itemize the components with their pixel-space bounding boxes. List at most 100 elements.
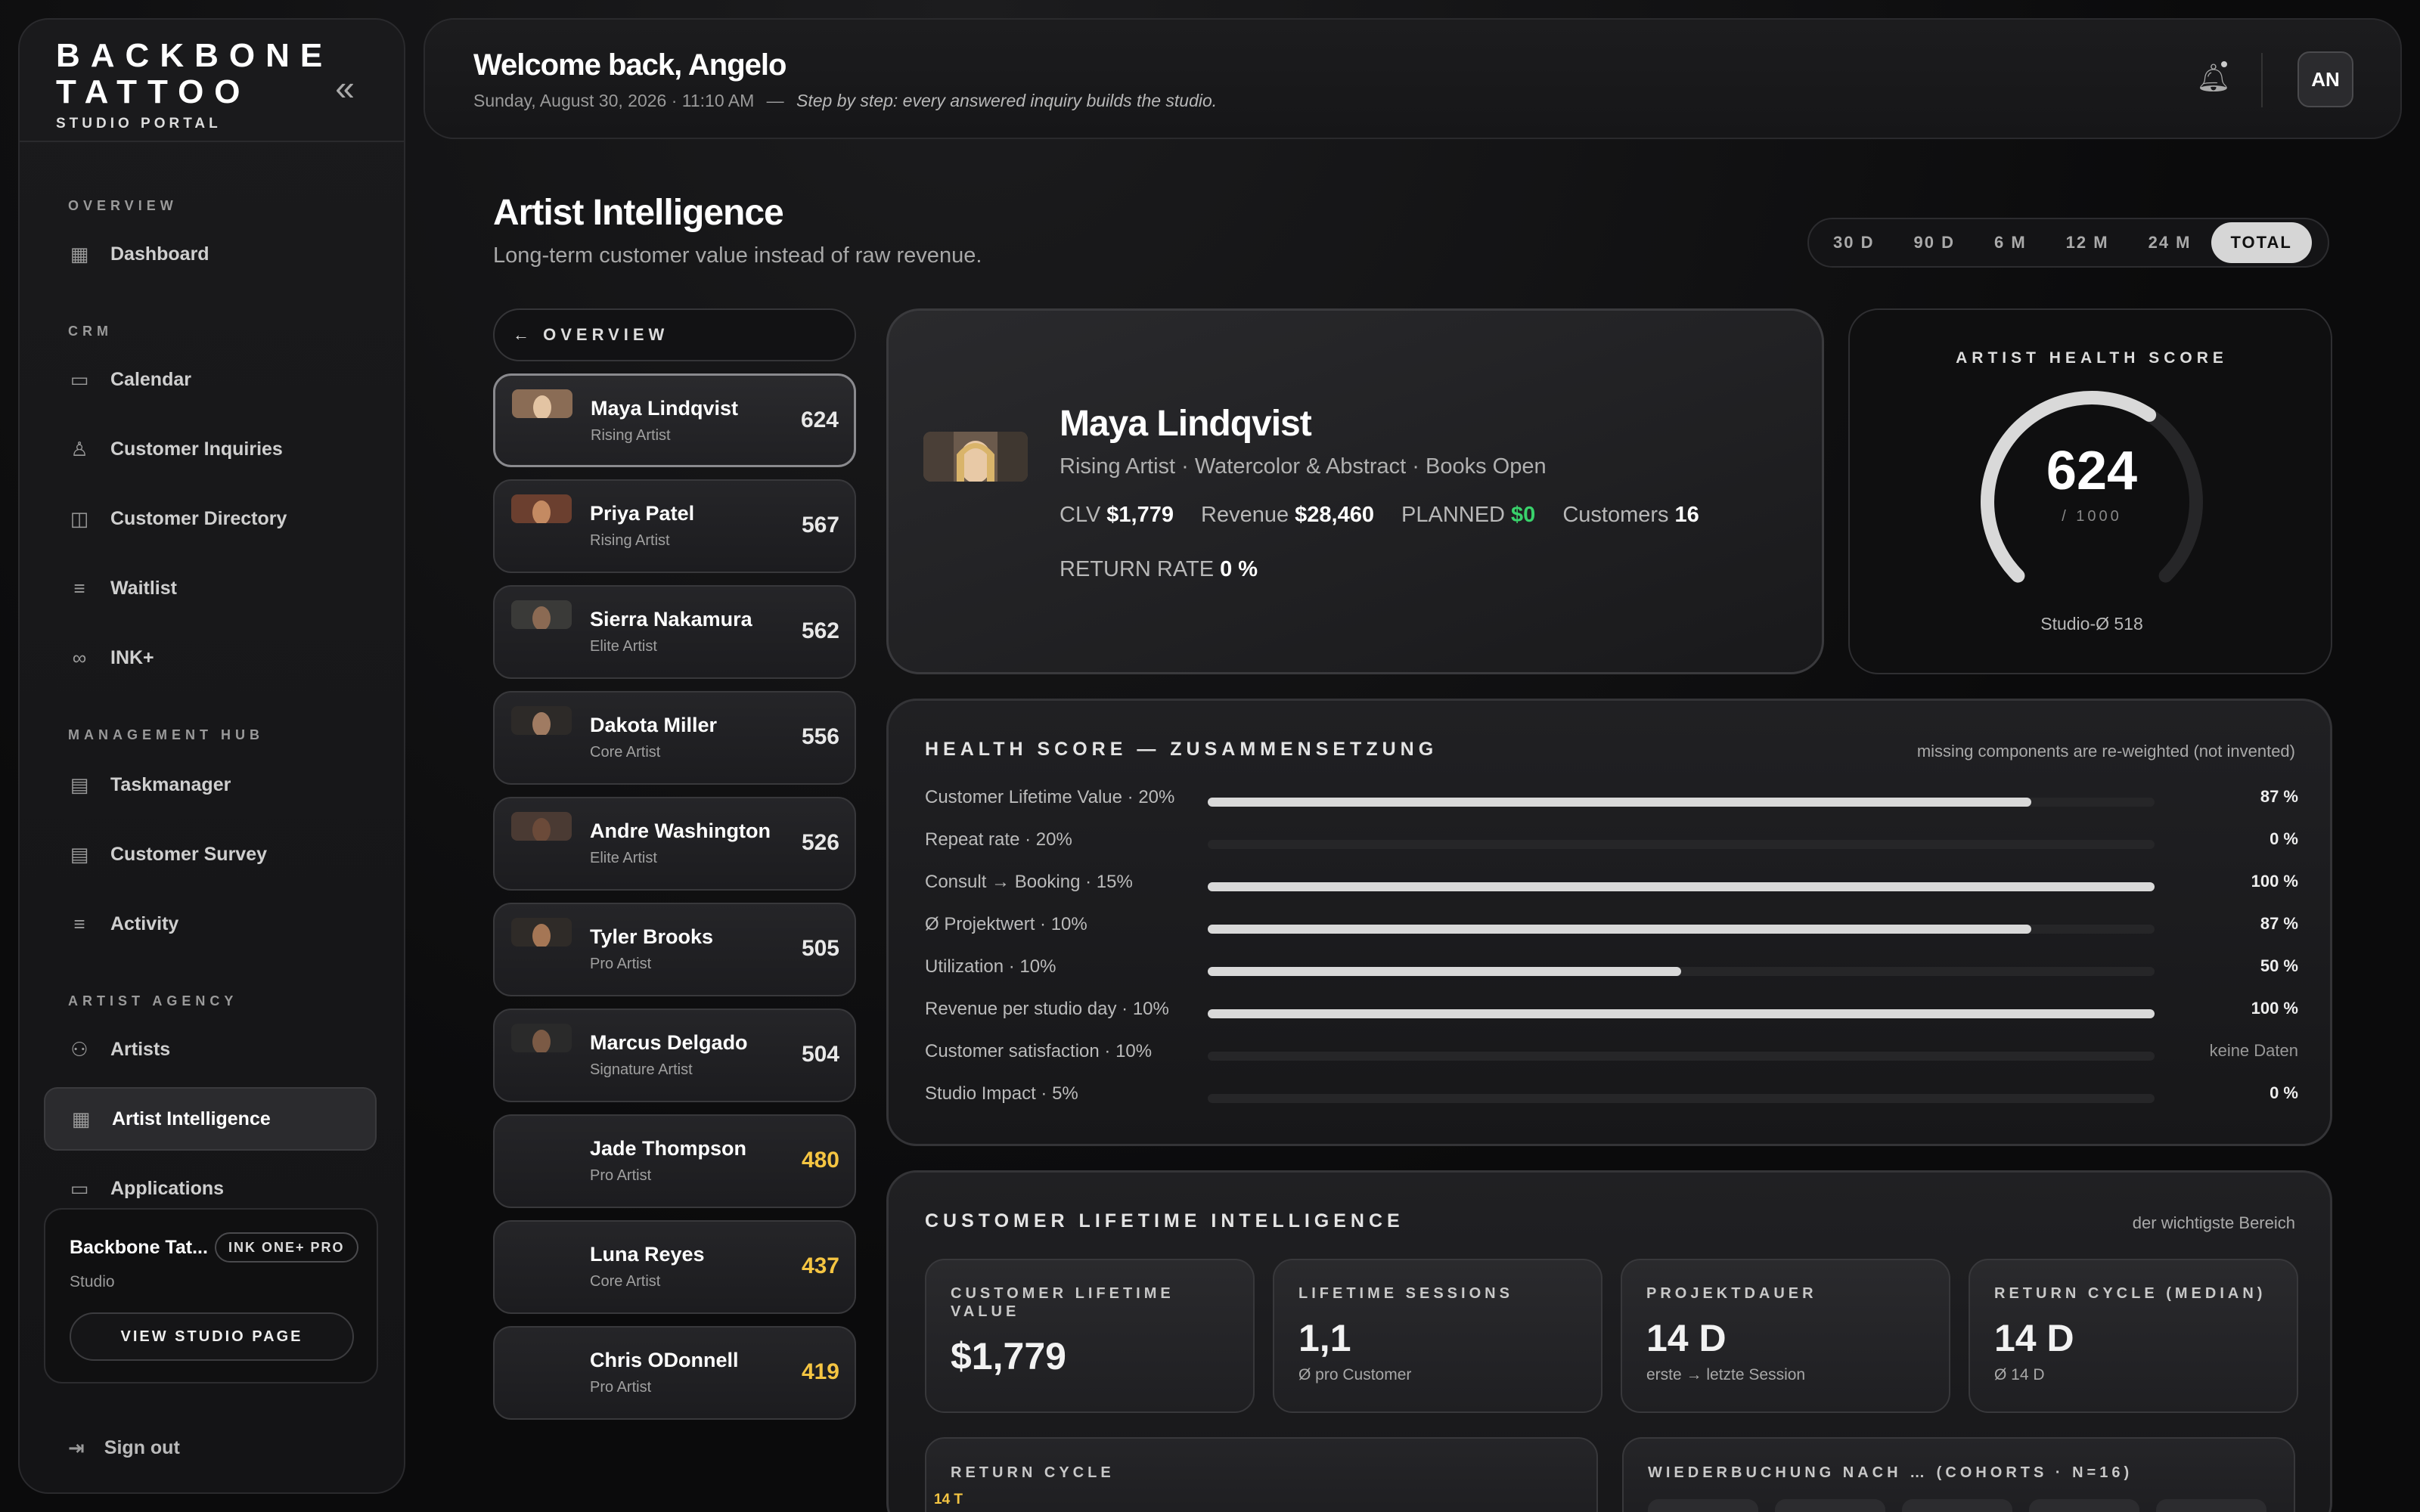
component-value: keine Daten [2209,1041,2298,1060]
kpi-value: $1,779 [951,1335,1066,1377]
sidebar-item-customer-survey[interactable]: ▤ Customer Survey [44,823,377,886]
revenue-value: $28,460 [1295,503,1374,527]
planned-value: $0 [1511,503,1536,527]
kpi-value: 14 D [1994,1317,2074,1359]
calendar-icon: ▭ [70,368,89,391]
sidebar-item-label: Activity [110,912,179,934]
artist-role: Rising Artist · Watercolor & Abstract · … [1060,454,1547,479]
artist-tier: Core Artist [590,1273,661,1290]
sidebar-item-calendar[interactable]: ▭ Calendar [44,348,377,411]
range-90d[interactable]: 90 D [1894,222,1974,263]
artist-card[interactable]: Dakota Miller Core Artist 556 [493,691,856,785]
back-to-overview-button[interactable]: ← OVERVIEW [493,308,856,361]
artist-thumbnail [511,812,572,841]
sidebar-item-artist-intelligence[interactable]: ▦ Artist Intelligence [44,1087,377,1151]
kpi-card-return-cycle: RETURN CYCLE (MEDIAN) 14 D Ø 14 D [1969,1259,2298,1413]
sidebar-item-activity[interactable]: ≡ Activity [44,892,377,956]
sidebar-item-customer-directory[interactable]: ◫ Customer Directory [44,487,377,550]
sidebar-item-customer-inquiries[interactable]: ♙ Customer Inquiries [44,417,377,481]
view-studio-page-button[interactable]: VIEW STUDIO PAGE [70,1312,354,1361]
range-total[interactable]: TOTAL [2211,222,2312,263]
sidebar-item-taskmanager[interactable]: ▤ Taskmanager [44,753,377,816]
component-bar-fill [1208,798,2032,807]
clv-stat: CLV $1,779 [1060,503,1174,527]
sidebar-item-artists[interactable]: ⚇ Artists [44,1018,377,1081]
current-date: Sunday, August 30, 2026 · 11:10 AM [473,91,755,110]
list-icon: ≡ [73,577,85,600]
composition-row: Studio Impact · 5% 0 % [925,1080,2298,1111]
range-30d[interactable]: 30 D [1813,222,1894,263]
artist-card[interactable]: Andre Washington Elite Artist 526 [493,797,856,891]
kpi-card-lifetime-sessions: LIFETIME SESSIONS 1,1 Ø pro Customer [1273,1259,1602,1413]
component-bar-fill [1208,925,2032,934]
component-bar-fill [1208,1009,2155,1018]
sign-out-button[interactable]: ⇥ Sign out [68,1436,180,1460]
top-bar: Welcome back, Angelo Sunday, August 30, … [424,18,2402,139]
component-value: 87 % [2260,787,2298,806]
artist-tier: Rising Artist [591,427,671,444]
artist-name: Sierra Nakamura [590,608,752,631]
artist-score: 567 [801,513,839,538]
planned-stat: PLANNED $0 [1401,503,1535,527]
artist-card[interactable]: Jade Thompson Pro Artist 480 [493,1114,856,1208]
sidebar-item-waitlist[interactable]: ≡ Waitlist [44,556,377,620]
brand-logo[interactable]: BACKBONE TATTOO STUDIO PORTAL [56,37,334,132]
date-separator: — [766,91,784,110]
link-icon: ∞ [72,646,87,669]
brand-line-1: BACKBONE [56,37,334,74]
component-bar-track [1208,840,2155,849]
sidebar: BACKBONE TATTOO STUDIO PORTAL « OVERVIEW… [18,18,405,1494]
sidebar-item-label: Waitlist [110,577,177,599]
composition-row: Revenue per studio day · 10% 100 % [925,996,2298,1026]
book-icon: ◫ [70,507,89,530]
user-avatar[interactable]: AN [2297,51,2353,107]
brand-line-2: TATTOO [56,73,251,110]
studio-name: Backbone Tat... [70,1237,208,1258]
artist-thumbnail [512,389,572,418]
revenue-label: Revenue [1201,503,1289,527]
return-cycle-value: 14 T [934,1492,963,1507]
artist-card[interactable]: Marcus Delgado Signature Artist 504 [493,1009,856,1102]
section-title-overview: OVERVIEW [68,198,178,213]
artist-thumbnail [511,1024,572,1052]
artist-photo [923,432,1028,482]
cohort-pill [2029,1499,2139,1512]
artist-card[interactable]: Maya Lindqvist Rising Artist 624 [493,373,856,467]
notification-dot [2219,59,2229,70]
component-label: Ø Projektwert · 10% [925,914,1087,934]
clipboard-icon: ▤ [70,843,89,866]
range-6m[interactable]: 6 M [1975,222,2046,263]
artist-score: 556 [801,724,839,749]
artist-card[interactable]: Chris ODonnell Pro Artist 419 [493,1326,856,1420]
motto: Step by step: every answered inquiry bui… [796,91,1218,110]
grid-icon: ▦ [71,1108,91,1130]
artist-score: 419 [801,1359,839,1384]
range-12m[interactable]: 12 M [2046,222,2129,263]
artist-tier: Elite Artist [590,638,657,655]
users-icon: ⚇ [70,1038,88,1061]
artist-card[interactable]: Sierra Nakamura Elite Artist 562 [493,585,856,679]
health-score-max: / 1000 [2062,508,2122,525]
composition-row: Ø Projektwert · 10% 87 % [925,911,2298,941]
welcome-heading: Welcome back, Angelo [473,48,786,82]
planned-label: PLANNED [1401,503,1506,527]
artist-tier: Elite Artist [590,850,657,866]
artist-card[interactable]: Luna Reyes Core Artist 437 [493,1220,856,1314]
sidebar-item-ink-plus[interactable]: ∞ INK+ [44,626,377,689]
sidebar-item-label: Customer Inquiries [110,438,283,460]
rebooking-label: WIEDERBUCHUNG NACH … (COHORTS · N=16) [1648,1464,2133,1481]
composition-row: Consult → Booking · 15% 100 % [925,869,2298,899]
artist-profile-card: Maya Lindqvist Rising Artist · Watercolo… [886,308,1824,674]
collapse-sidebar-icon[interactable]: « [322,65,368,110]
list-icon: ≡ [73,912,85,935]
artist-name: Marcus Delgado [590,1031,748,1054]
sidebar-item-label: Taskmanager [110,773,231,795]
sidebar-item-label: Applications [110,1177,225,1199]
artist-score: 504 [801,1042,839,1067]
sidebar-item-dashboard[interactable]: ▦ Dashboard [44,222,377,286]
component-label: Studio Impact · 5% [925,1083,1078,1104]
component-value: 100 % [2251,872,2298,891]
artist-card[interactable]: Tyler Brooks Pro Artist 505 [493,903,856,996]
range-24m[interactable]: 24 M [2129,222,2211,263]
artist-card[interactable]: Priya Patel Rising Artist 567 [493,479,856,573]
